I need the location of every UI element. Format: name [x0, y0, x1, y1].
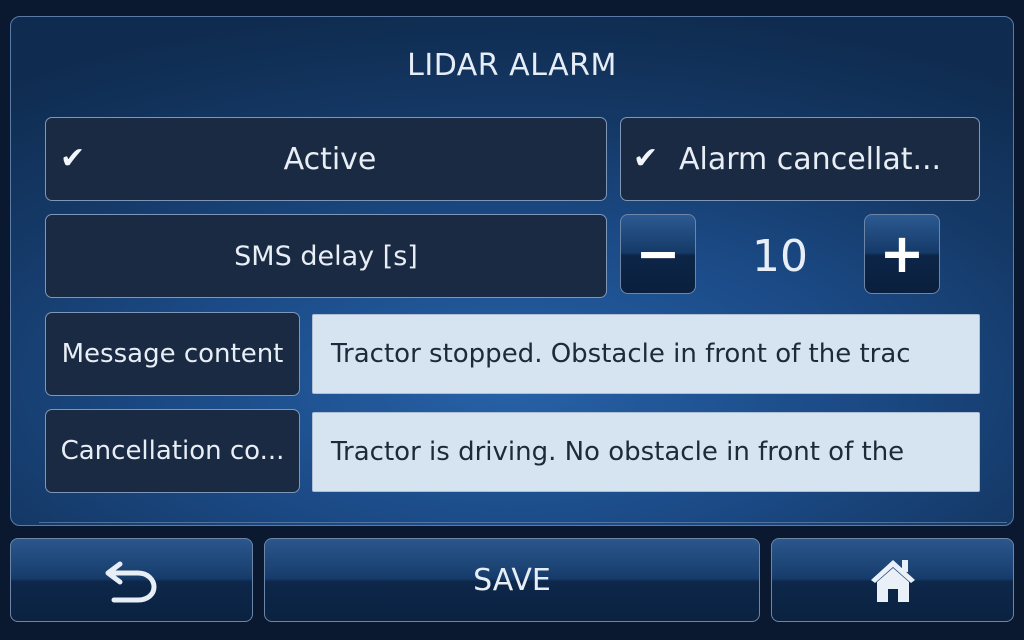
cancellation-content-field[interactable]: Tractor is driving. No obstacle in front…	[312, 412, 980, 492]
message-content-label: Message content	[61, 339, 284, 369]
alarm-cancellation-checkbox[interactable]: ✔ Alarm cancellat...	[620, 117, 980, 201]
decrease-button[interactable]: −	[620, 214, 696, 294]
sms-delay-value: 10	[752, 230, 808, 282]
home-icon	[870, 560, 915, 602]
active-checkbox[interactable]: ✔ Active	[45, 117, 607, 201]
alarm-cancellation-label: Alarm cancellat...	[679, 141, 942, 177]
minus-icon: −	[635, 222, 681, 285]
message-content-field[interactable]: Tractor stopped. Obstacle in front of th…	[312, 314, 980, 394]
undo-arrow-icon	[105, 561, 156, 603]
panel-divider	[39, 522, 1007, 523]
cancellation-content-label: Cancellation co...	[60, 436, 285, 466]
sms-delay-label-box: SMS delay [s]	[45, 214, 607, 298]
back-button[interactable]	[10, 538, 253, 622]
page-title: LIDAR ALARM	[407, 48, 617, 83]
plus-icon: +	[879, 222, 925, 285]
sms-delay-label: SMS delay [s]	[234, 240, 418, 272]
screen: LIDAR ALARM ✔ Active ✔ Alarm cancellat..…	[0, 0, 1024, 640]
home-button[interactable]	[771, 538, 1014, 622]
message-content-label-box: Message content	[45, 312, 300, 396]
checkmark-icon: ✔	[633, 141, 659, 176]
active-label: Active	[283, 141, 377, 177]
save-button[interactable]: SAVE	[264, 538, 760, 622]
checkmark-icon: ✔	[60, 141, 86, 176]
increase-button[interactable]: +	[864, 214, 940, 294]
cancellation-content-label-box: Cancellation co...	[45, 409, 300, 493]
